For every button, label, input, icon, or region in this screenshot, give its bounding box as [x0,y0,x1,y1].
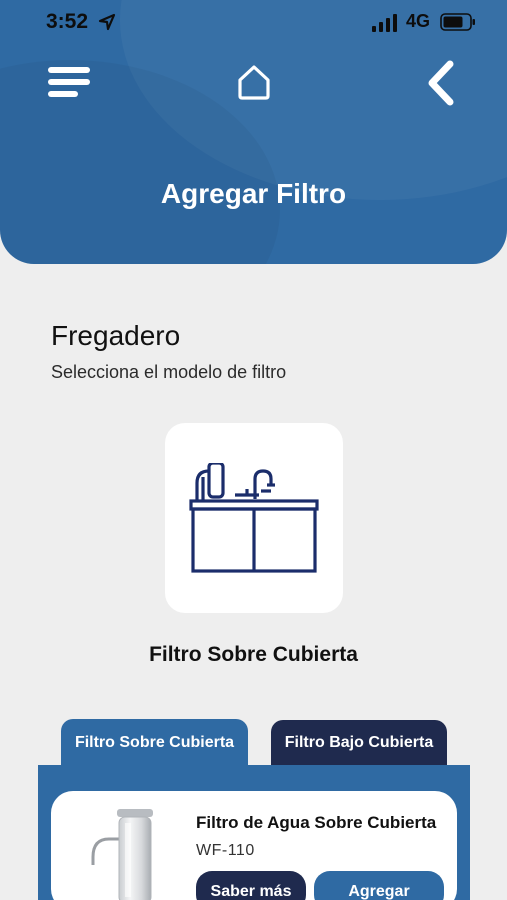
filter-option-caption: Filtro Sobre Cubierta [149,643,358,666]
add-button[interactable]: Agregar [314,871,444,900]
section-subtitle: Selecciona el modelo de filtro [51,362,287,382]
battery-icon [440,13,476,36]
back-chevron-icon[interactable] [424,60,458,106]
home-icon[interactable] [234,62,274,102]
filter-option-card[interactable] [165,423,343,613]
product-model: WF-110 [196,842,255,859]
tab-filtro-bajo-cubierta[interactable]: Filtro Bajo Cubierta [271,720,447,765]
section-title: Fregadero [51,320,181,351]
sink-filter-icon [189,461,319,580]
menu-icon[interactable] [46,64,92,100]
location-arrow-icon [98,13,116,36]
product-card: Filtro de Agua Sobre Cubierta WF-110 Sab… [51,791,457,900]
status-bar: 3:52 4G [0,0,507,46]
status-time: 3:52 [46,10,89,33]
network-label: 4G [406,11,431,31]
page-title: Agregar Filtro [160,178,347,209]
learn-more-button[interactable]: Saber más [196,871,306,900]
product-name: Filtro de Agua Sobre Cubierta [196,813,437,832]
product-image [85,805,165,900]
signal-icon [372,14,398,37]
tab-filtro-sobre-cubierta[interactable]: Filtro Sobre Cubierta [61,719,248,766]
